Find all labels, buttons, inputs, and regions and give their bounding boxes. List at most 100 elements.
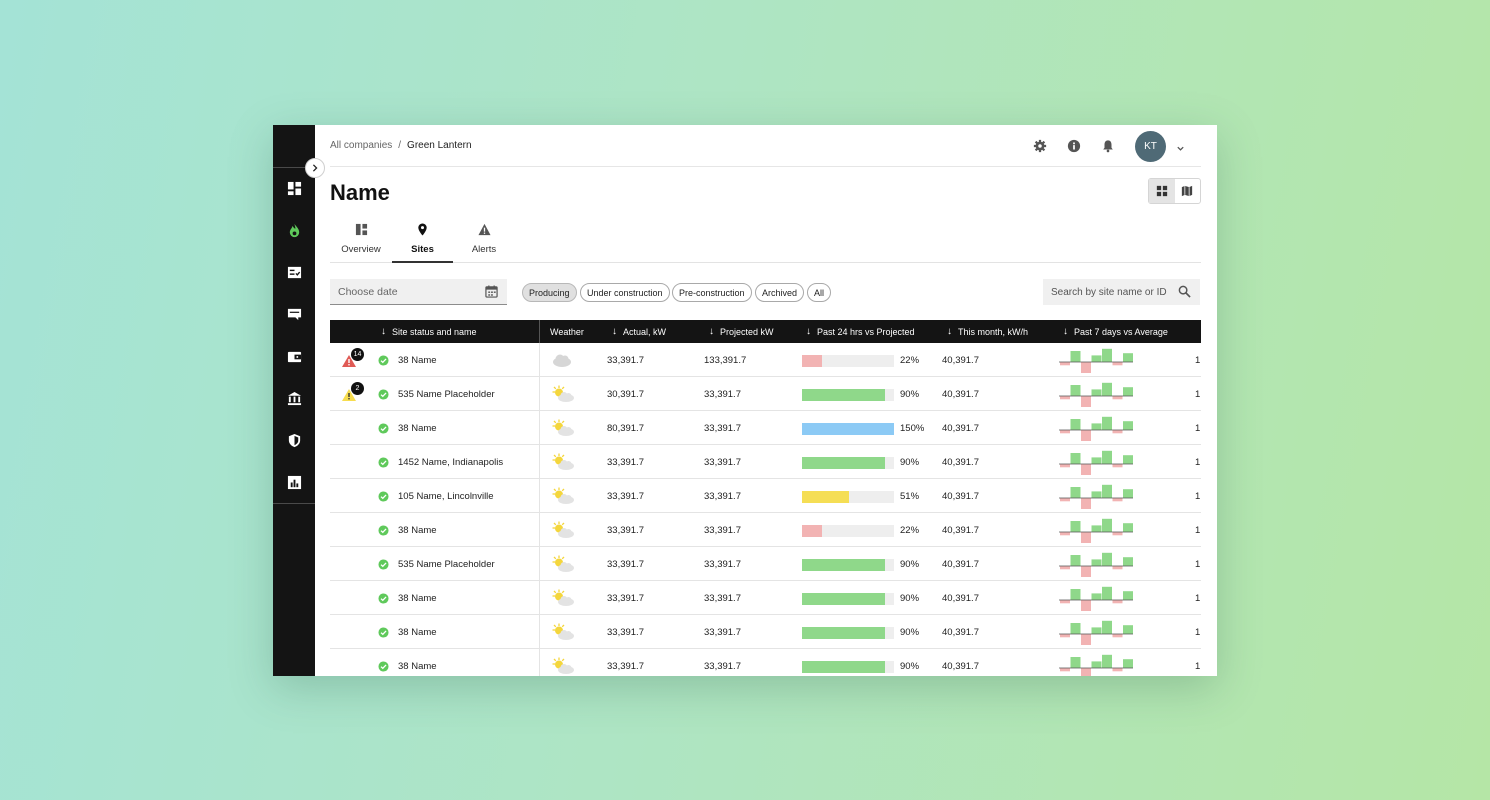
cloud-icon xyxy=(553,354,571,367)
table-row[interactable]: 38 Name 33,391.7 33,391.7 22% 40,391.7 1 xyxy=(330,513,1201,547)
bell-icon[interactable] xyxy=(1100,138,1116,154)
this-month-kwh: 40,391.7 xyxy=(942,389,979,400)
sparkline-bar xyxy=(1112,668,1123,672)
projected-kw: 33,391.7 xyxy=(704,593,741,604)
sparkline-bar xyxy=(1091,355,1102,362)
chip-archived[interactable]: Archived xyxy=(755,283,805,302)
tab-alerts[interactable]: Alerts xyxy=(461,220,507,263)
truncated-cell: 1 xyxy=(1195,457,1201,468)
truncated-cell: 1 xyxy=(1195,389,1201,400)
sparkline xyxy=(1059,348,1133,373)
map-icon xyxy=(1182,185,1193,197)
percent-label: 90% xyxy=(900,389,920,400)
site-name[interactable]: 38 Name xyxy=(398,661,437,672)
table-row[interactable]: 2 535 Name Placeholder 30,391.7 33,391.7 90%… xyxy=(330,377,1201,411)
column-label: This month, kW/h xyxy=(958,326,1029,337)
column-header-weather[interactable]: Weather xyxy=(550,320,584,343)
this-month-kwh: 40,391.7 xyxy=(942,593,979,604)
site-name[interactable]: 1452 Name, Indianapolis xyxy=(398,457,503,468)
grid-view-button[interactable] xyxy=(1149,179,1175,203)
site-name[interactable]: 38 Name xyxy=(398,423,437,434)
gear-icon[interactable] xyxy=(1032,138,1048,154)
chip-pre-construction[interactable]: Pre-construction xyxy=(672,283,752,302)
sparkline-bar xyxy=(1091,389,1102,396)
wallet-icon[interactable] xyxy=(273,343,315,369)
table-row[interactable]: 105 Name, Lincolnville 33,391.7 33,391.7 51… xyxy=(330,479,1201,513)
column-label: Weather xyxy=(550,326,584,337)
date-placeholder: Choose date xyxy=(338,286,398,298)
sparkline-bar xyxy=(1081,430,1091,441)
table-row[interactable]: 38 Name 33,391.7 33,391.7 90% 40,391.7 1 xyxy=(330,581,1201,615)
site-name[interactable]: 105 Name, Lincolnville xyxy=(398,491,494,502)
column-header-projected[interactable]: ↓ Projected kW xyxy=(709,320,774,343)
rail-divider xyxy=(273,503,315,504)
expand-rail-button[interactable] xyxy=(305,158,325,178)
sparkline-bar xyxy=(1123,489,1133,498)
chip-under-construction[interactable]: Under construction xyxy=(580,283,670,302)
truncated-cell: 1 xyxy=(1195,627,1201,638)
check-circle-icon xyxy=(378,559,389,570)
user-avatar[interactable]: KT xyxy=(1135,131,1166,162)
report-icon[interactable] xyxy=(273,469,315,495)
partly-sunny-icon xyxy=(552,521,574,538)
percent-label: 90% xyxy=(900,457,920,468)
date-picker-input[interactable]: Choose date xyxy=(330,279,507,305)
tab-sites[interactable]: Sites xyxy=(392,220,453,263)
chevron-down-icon[interactable] xyxy=(1176,140,1185,158)
progress-bar xyxy=(802,627,894,639)
sort-arrow-icon: ↓ xyxy=(381,326,386,337)
site-name[interactable]: 535 Name Placeholder xyxy=(398,559,495,570)
sparkline-bar xyxy=(1081,396,1091,407)
map-view-button[interactable] xyxy=(1175,179,1201,203)
dashboard-icon[interactable] xyxy=(273,175,315,201)
site-name[interactable]: 38 Name xyxy=(398,525,437,536)
sparkline-bar xyxy=(1070,657,1081,668)
percent-label: 90% xyxy=(900,627,920,638)
breadcrumb-separator: / xyxy=(398,140,402,151)
table-row[interactable]: 38 Name 33,391.7 33,391.7 90% 40,391.7 1 xyxy=(330,649,1201,676)
projected-kw: 33,391.7 xyxy=(704,559,741,570)
progress-bar-fill xyxy=(802,661,885,673)
site-name[interactable]: 38 Name xyxy=(398,627,437,638)
checklist-icon[interactable] xyxy=(273,259,315,285)
sites-table: ↓ Site status and name Weather ↓ Actual, k… xyxy=(330,320,1201,676)
projected-kw: 33,391.7 xyxy=(704,661,741,672)
column-header-actual[interactable]: ↓ Actual, kW xyxy=(612,320,666,343)
search-icon[interactable] xyxy=(1178,285,1191,298)
calendar-icon[interactable] xyxy=(485,285,498,298)
info-icon[interactable] xyxy=(1066,138,1082,154)
table-row[interactable]: 1452 Name, Indianapolis 33,391.7 33,391.7 9… xyxy=(330,445,1201,479)
chat-icon[interactable] xyxy=(273,301,315,327)
table-row[interactable]: 535 Name Placeholder 33,391.7 33,391.7 90% 4… xyxy=(330,547,1201,581)
site-name[interactable]: 535 Name Placeholder xyxy=(398,389,495,400)
sparkline-bar xyxy=(1123,591,1133,600)
progress-bar-fill xyxy=(802,559,885,571)
table-row[interactable]: 38 Name 80,391.7 33,391.7 150% 40,391.7 1 xyxy=(330,411,1201,445)
flame-icon[interactable] xyxy=(273,217,315,243)
chip-producing[interactable]: Producing xyxy=(522,283,577,302)
progress-bar xyxy=(802,661,894,673)
tab-overview[interactable]: Overview xyxy=(336,220,386,263)
table-row[interactable]: 14 38 Name 33,391.7 133,391.7 22% 40,391.7 1 xyxy=(330,343,1201,377)
site-name[interactable]: 38 Name xyxy=(398,593,437,604)
sparkline-bar xyxy=(1123,387,1133,396)
column-header-past-24h[interactable]: ↓ Past 24 hrs vs Projected xyxy=(806,320,915,343)
filter-bar: Choose date Producing Under construction… xyxy=(330,279,1201,305)
column-header-site[interactable]: ↓ Site status and name xyxy=(381,320,477,343)
sparkline-bar xyxy=(1081,668,1091,676)
search-input[interactable]: Search by site name or ID xyxy=(1043,279,1200,305)
sparkline-bar xyxy=(1112,396,1123,400)
column-header-past-7-days[interactable]: ↓ Past 7 days vs Average xyxy=(1063,320,1168,343)
table-row[interactable]: 38 Name 33,391.7 33,391.7 90% 40,391.7 1 xyxy=(330,615,1201,649)
column-header-this-month[interactable]: ↓ This month, kW/h xyxy=(947,320,1028,343)
bank-icon[interactable] xyxy=(273,385,315,411)
site-name[interactable]: 38 Name xyxy=(398,355,437,366)
column-label: Site status and name xyxy=(392,326,477,337)
sparkline-bar xyxy=(1081,532,1091,543)
main-content: All companies / Green Lantern KT Name Ov… xyxy=(330,125,1201,676)
chip-all[interactable]: All xyxy=(807,283,832,302)
sparkline-bar xyxy=(1123,421,1133,430)
shield-icon[interactable] xyxy=(273,427,315,453)
sparkline-bar xyxy=(1102,654,1112,668)
breadcrumb-parent[interactable]: All companies xyxy=(330,140,392,151)
